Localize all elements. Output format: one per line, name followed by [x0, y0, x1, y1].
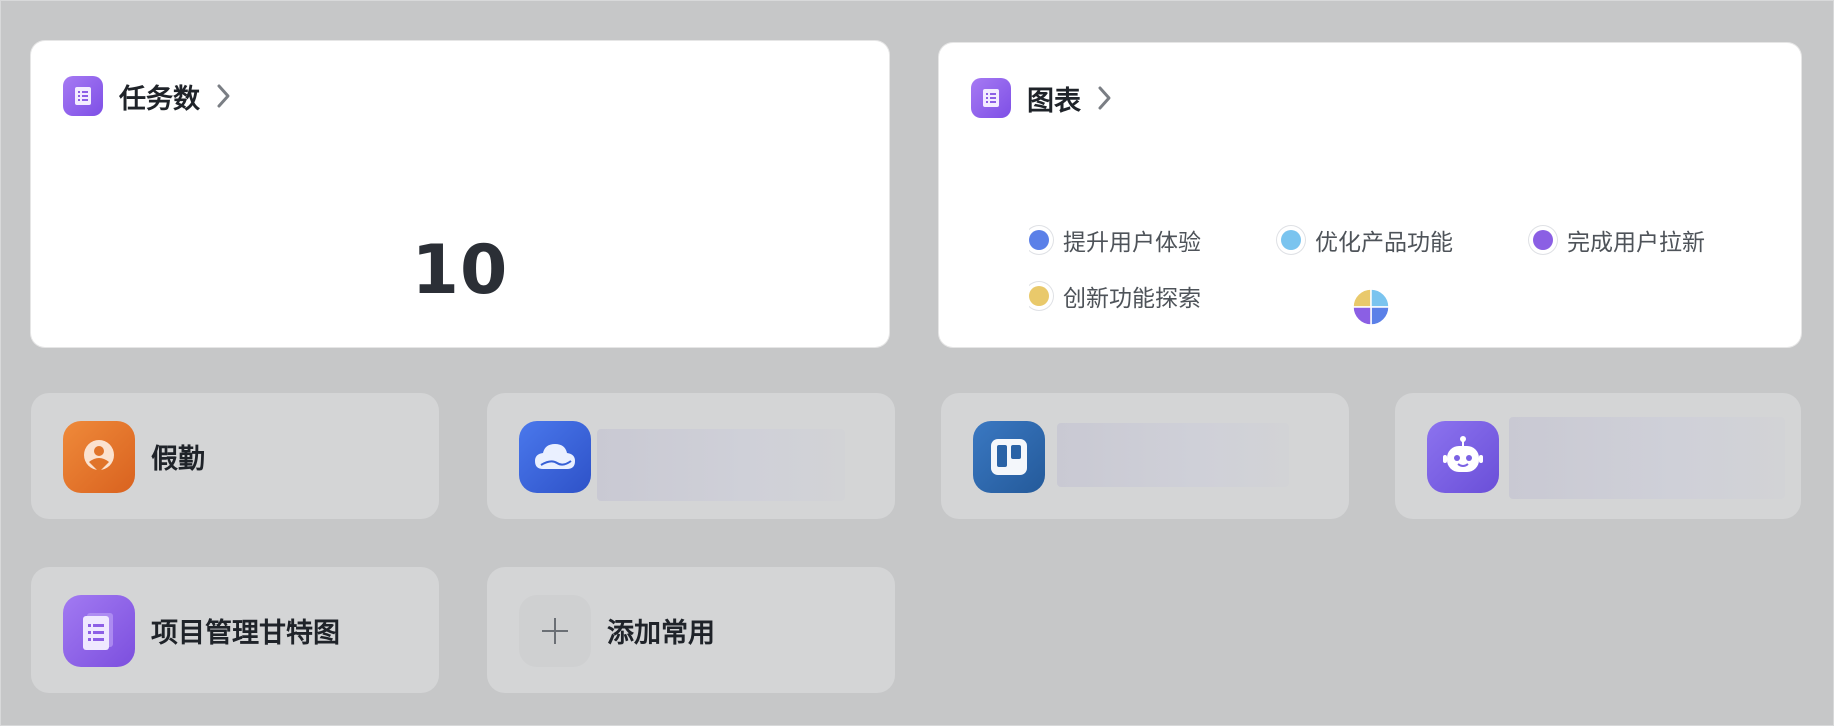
doc-icon [971, 78, 1011, 118]
shortcut-tile[interactable] [487, 393, 895, 519]
pie-chart[interactable] [1351, 287, 1391, 327]
chevron-right-icon[interactable] [1097, 85, 1113, 111]
doc-icon [63, 595, 135, 667]
legend-dot [1281, 230, 1301, 250]
legend-item[interactable]: 提升用户体验 [1029, 223, 1201, 257]
legend-label: 完成用户拉新 [1567, 230, 1705, 256]
plus-icon [519, 595, 591, 667]
chevron-right-icon[interactable] [216, 83, 232, 109]
shortcut-tile[interactable] [1395, 393, 1801, 519]
task-card-header[interactable]: 任务数 [63, 75, 232, 117]
dashboard: 任务数 10 图表 提升用户体验 优化产品功能 完成用户拉新 创新功能探索 假勤… [0, 0, 1834, 726]
cloud-icon [519, 421, 591, 493]
shortcut-tile[interactable] [941, 393, 1349, 519]
task-count-card[interactable]: 任务数 10 [31, 41, 889, 347]
legend-item[interactable]: 优化产品功能 [1281, 223, 1453, 257]
board-icon [973, 421, 1045, 493]
blurred-label [1057, 423, 1289, 487]
pie-slice[interactable] [1370, 306, 1390, 326]
pie-slice[interactable] [1352, 288, 1372, 308]
robot-icon [1427, 421, 1499, 493]
legend-dot [1029, 230, 1049, 250]
pie-slice[interactable] [1352, 306, 1372, 326]
legend-item[interactable]: 创新功能探索 [1029, 279, 1201, 313]
pie-slice[interactable] [1370, 288, 1390, 308]
shortcut-tile[interactable]: 假勤 [31, 393, 439, 519]
add-shortcut-label: 添加常用 [607, 617, 715, 649]
add-shortcut-tile[interactable]: 添加常用 [487, 567, 895, 693]
shortcut-tile[interactable]: 项目管理甘特图 [31, 567, 439, 693]
task-count-value: 10 [411, 231, 509, 310]
legend-label: 创新功能探索 [1063, 286, 1201, 312]
legend-label: 优化产品功能 [1315, 230, 1453, 256]
chart-card-title: 图表 [1027, 85, 1081, 117]
task-card-title: 任务数 [119, 83, 200, 115]
legend-dot [1029, 286, 1049, 306]
doc-icon [63, 76, 103, 116]
blurred-label [597, 429, 845, 501]
chart-card[interactable]: 图表 提升用户体验 优化产品功能 完成用户拉新 创新功能探索 [939, 43, 1801, 347]
chart-card-header[interactable]: 图表 [971, 77, 1113, 119]
person-pin-icon [63, 421, 135, 493]
legend-label: 提升用户体验 [1063, 230, 1201, 256]
blurred-label [1509, 417, 1785, 499]
shortcut-label: 假勤 [151, 443, 205, 475]
legend-item[interactable]: 完成用户拉新 [1533, 223, 1705, 257]
legend-dot [1533, 230, 1553, 250]
shortcut-label: 项目管理甘特图 [151, 617, 340, 649]
chart-legend: 提升用户体验 优化产品功能 完成用户拉新 创新功能探索 [1029, 213, 1789, 333]
